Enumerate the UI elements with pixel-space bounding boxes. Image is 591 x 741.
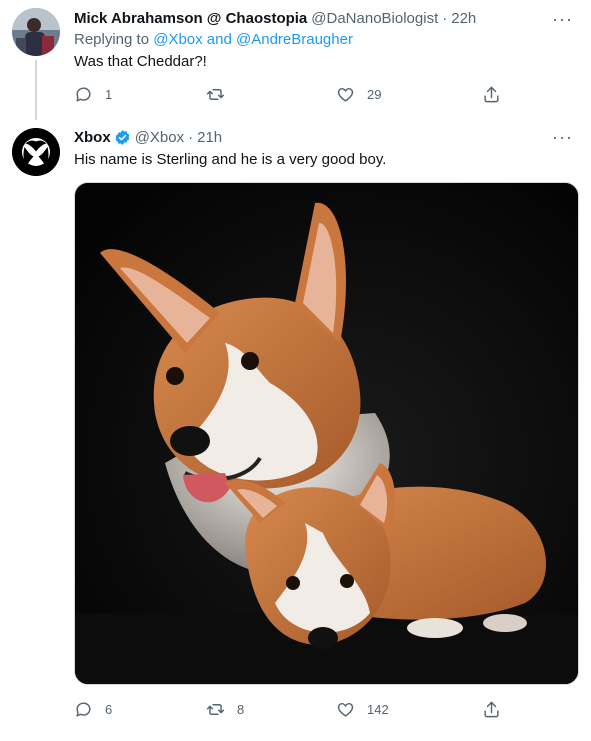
- reply-button[interactable]: 1: [74, 85, 112, 104]
- share-icon: [484, 86, 499, 103]
- timestamp[interactable]: 22h: [451, 10, 476, 27]
- reply-count: 1: [105, 87, 113, 102]
- like-button[interactable]: 29: [336, 85, 381, 104]
- action-bar: 1 29: [74, 85, 514, 107]
- heart-icon: [337, 703, 354, 717]
- separator: ·: [188, 128, 194, 146]
- display-name[interactable]: Mick Abrahamson @ Chaostopia: [74, 10, 307, 27]
- separator: ·: [442, 9, 448, 27]
- tweet-header: Mick Abrahamson @ Chaostopia @DaNanoBiol…: [74, 8, 476, 28]
- share-button[interactable]: [482, 700, 501, 719]
- replying-prefix: Replying to: [74, 31, 150, 48]
- avatar[interactable]: [12, 8, 60, 56]
- retweet-icon: [206, 704, 225, 715]
- display-name[interactable]: Xbox: [74, 129, 111, 146]
- handle[interactable]: @Xbox: [135, 129, 184, 146]
- thread-line: [35, 60, 37, 120]
- retweet-icon: [206, 89, 225, 100]
- verified-badge-icon: [115, 129, 129, 145]
- tweet-media-image[interactable]: [74, 182, 579, 685]
- action-bar: 6 8 142: [74, 700, 514, 722]
- reply-icon: [76, 702, 91, 717]
- tweet-text: Was that Cheddar?!: [74, 53, 207, 70]
- share-icon: [484, 701, 499, 718]
- heart-icon: [337, 88, 354, 102]
- replying-to-links[interactable]: @Xbox and @AndreBraugher: [153, 31, 353, 48]
- user-avatar-image: [12, 8, 60, 56]
- more-options-icon[interactable]: ···: [552, 10, 573, 28]
- retweet-count: 8: [237, 702, 245, 717]
- tweet-reply[interactable]: Mick Abrahamson @ Chaostopia @DaNanoBiol…: [0, 0, 591, 120]
- reply-button[interactable]: 6: [74, 700, 112, 719]
- tweet-header: Xbox @Xbox · 21h: [74, 127, 222, 147]
- timestamp[interactable]: 21h: [197, 129, 222, 146]
- replying-to: Replying to @Xbox and @AndreBraugher: [74, 31, 353, 48]
- corgi-photo: [75, 183, 578, 684]
- share-button[interactable]: [482, 85, 501, 104]
- handle[interactable]: @DaNanoBiologist: [311, 10, 438, 27]
- tweet-text: His name is Sterling and he is a very go…: [74, 151, 387, 168]
- retweet-button[interactable]: [206, 85, 237, 104]
- reply-count: 6: [105, 702, 113, 717]
- like-button[interactable]: 142: [336, 700, 389, 719]
- more-options-icon[interactable]: ···: [552, 128, 573, 146]
- like-count: 142: [367, 702, 389, 717]
- avatar[interactable]: [12, 128, 60, 176]
- retweet-button[interactable]: 8: [206, 700, 244, 719]
- like-count: 29: [367, 87, 382, 102]
- reply-icon: [76, 87, 91, 102]
- xbox-logo-icon: [12, 128, 60, 176]
